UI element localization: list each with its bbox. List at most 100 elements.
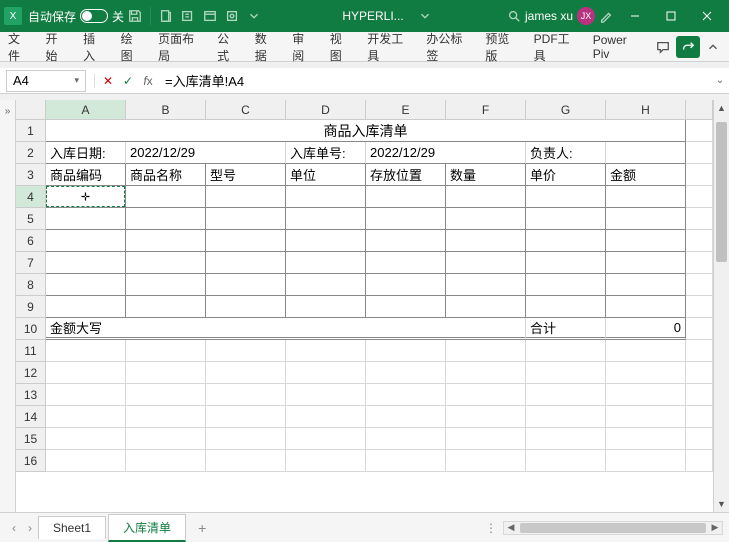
cell-blank[interactable] bbox=[686, 450, 713, 472]
grid-cell[interactable] bbox=[526, 340, 606, 362]
cell-F4[interactable] bbox=[446, 186, 526, 208]
row-header-12[interactable]: 12 bbox=[16, 362, 46, 384]
grid-cell[interactable] bbox=[526, 450, 606, 472]
table-cell[interactable] bbox=[446, 208, 526, 230]
scroll-up-icon[interactable]: ▲ bbox=[714, 100, 729, 116]
table-cell[interactable] bbox=[286, 208, 366, 230]
title-dropdown-icon[interactable] bbox=[414, 5, 436, 27]
table-cell[interactable] bbox=[126, 296, 206, 318]
cell-blank[interactable] bbox=[686, 230, 713, 252]
grid-cell[interactable] bbox=[206, 362, 286, 384]
table-cell[interactable] bbox=[126, 274, 206, 296]
table-cell[interactable] bbox=[286, 274, 366, 296]
comments-button[interactable] bbox=[651, 36, 674, 58]
qat-dropdown-icon[interactable] bbox=[243, 5, 265, 27]
table-cell[interactable] bbox=[526, 230, 606, 252]
qat-icon-3[interactable] bbox=[199, 5, 221, 27]
table-cell[interactable] bbox=[366, 252, 446, 274]
row-header-11[interactable]: 11 bbox=[16, 340, 46, 362]
grid-cell[interactable] bbox=[366, 384, 446, 406]
table-cell[interactable] bbox=[206, 252, 286, 274]
grid-cell[interactable] bbox=[526, 406, 606, 428]
table-cell[interactable] bbox=[206, 296, 286, 318]
grid-cell[interactable] bbox=[446, 406, 526, 428]
sheet-prev-icon[interactable]: ‹ bbox=[6, 521, 22, 535]
minimize-button[interactable] bbox=[617, 0, 653, 32]
table-cell[interactable] bbox=[206, 274, 286, 296]
table-cell[interactable] bbox=[446, 230, 526, 252]
formula-expand-icon[interactable]: ⌄ bbox=[711, 75, 729, 86]
cell-blank[interactable] bbox=[686, 428, 713, 450]
label-order[interactable]: 入库单号: bbox=[286, 142, 366, 164]
qat-icon-1[interactable] bbox=[155, 5, 177, 27]
row-header-8[interactable]: 8 bbox=[16, 274, 46, 296]
table-cell[interactable] bbox=[366, 274, 446, 296]
tab-preview[interactable]: 预览版 bbox=[477, 32, 525, 61]
grid-cell[interactable] bbox=[606, 406, 686, 428]
grid-cell[interactable] bbox=[46, 450, 126, 472]
grid-cell[interactable] bbox=[126, 340, 206, 362]
grid-cell[interactable] bbox=[286, 450, 366, 472]
grid-cell[interactable] bbox=[46, 406, 126, 428]
table-cell[interactable] bbox=[606, 230, 686, 252]
grid-cell[interactable] bbox=[366, 406, 446, 428]
col-header-G[interactable]: G bbox=[526, 100, 606, 119]
row-header-6[interactable]: 6 bbox=[16, 230, 46, 252]
tab-view[interactable]: 视图 bbox=[322, 32, 360, 61]
active-cell-A4[interactable]: ✛ bbox=[46, 186, 126, 208]
col-header-A[interactable]: A bbox=[46, 100, 126, 119]
grid-cell[interactable] bbox=[366, 362, 446, 384]
table-cell[interactable] bbox=[606, 208, 686, 230]
grid-cell[interactable] bbox=[366, 428, 446, 450]
label-date[interactable]: 入库日期: bbox=[46, 142, 126, 164]
grid-cell[interactable] bbox=[446, 428, 526, 450]
grid-cell[interactable] bbox=[606, 428, 686, 450]
table-cell[interactable] bbox=[286, 296, 366, 318]
table-cell[interactable] bbox=[126, 230, 206, 252]
grid-cell[interactable] bbox=[446, 340, 526, 362]
cell-blank[interactable] bbox=[686, 296, 713, 318]
document-title[interactable]: HYPERLI... bbox=[332, 9, 413, 23]
col-header-C[interactable]: C bbox=[206, 100, 286, 119]
row-header-2[interactable]: 2 bbox=[16, 142, 46, 164]
formula-input[interactable] bbox=[157, 70, 711, 92]
ribbon-collapse-icon[interactable] bbox=[702, 36, 725, 58]
tab-office[interactable]: 办公标签 bbox=[418, 32, 477, 61]
table-cell[interactable] bbox=[366, 230, 446, 252]
table-cell[interactable] bbox=[446, 274, 526, 296]
row-header-13[interactable]: 13 bbox=[16, 384, 46, 406]
table-cell[interactable] bbox=[206, 208, 286, 230]
hscroll-left-icon[interactable]: ◀ bbox=[504, 522, 518, 533]
fx-icon[interactable]: fx bbox=[139, 74, 157, 88]
toggle-switch-icon[interactable] bbox=[80, 9, 108, 23]
grid-cell[interactable] bbox=[526, 428, 606, 450]
cell-blank[interactable] bbox=[686, 318, 713, 340]
row-header-1[interactable]: 1 bbox=[16, 120, 46, 142]
grid-cell[interactable] bbox=[606, 384, 686, 406]
table-cell[interactable] bbox=[366, 208, 446, 230]
tab-insert[interactable]: 插入 bbox=[75, 32, 113, 61]
grid-cell[interactable] bbox=[46, 362, 126, 384]
table-cell[interactable] bbox=[46, 296, 126, 318]
cell-blank[interactable] bbox=[686, 340, 713, 362]
form-title[interactable]: 商品入库清单 bbox=[46, 120, 686, 142]
tab-split-icon[interactable]: ⋮ bbox=[479, 521, 503, 535]
name-box-dropdown-icon[interactable]: ▾ bbox=[74, 75, 79, 86]
cell-D4[interactable] bbox=[286, 186, 366, 208]
table-cell[interactable] bbox=[446, 296, 526, 318]
grid-cell[interactable] bbox=[286, 362, 366, 384]
cell-blank[interactable] bbox=[686, 142, 713, 164]
cell-blank[interactable] bbox=[686, 186, 713, 208]
cell-blank[interactable] bbox=[686, 384, 713, 406]
cell-G4[interactable] bbox=[526, 186, 606, 208]
th-location[interactable]: 存放位置 bbox=[366, 164, 446, 186]
grid-cell[interactable] bbox=[46, 340, 126, 362]
table-cell[interactable] bbox=[366, 296, 446, 318]
cell-E4[interactable] bbox=[366, 186, 446, 208]
table-cell[interactable] bbox=[526, 208, 606, 230]
grid-cell[interactable] bbox=[126, 362, 206, 384]
grid-cell[interactable] bbox=[286, 428, 366, 450]
grid-cell[interactable] bbox=[126, 428, 206, 450]
pen-icon[interactable] bbox=[595, 5, 617, 27]
grid-cell[interactable] bbox=[606, 362, 686, 384]
